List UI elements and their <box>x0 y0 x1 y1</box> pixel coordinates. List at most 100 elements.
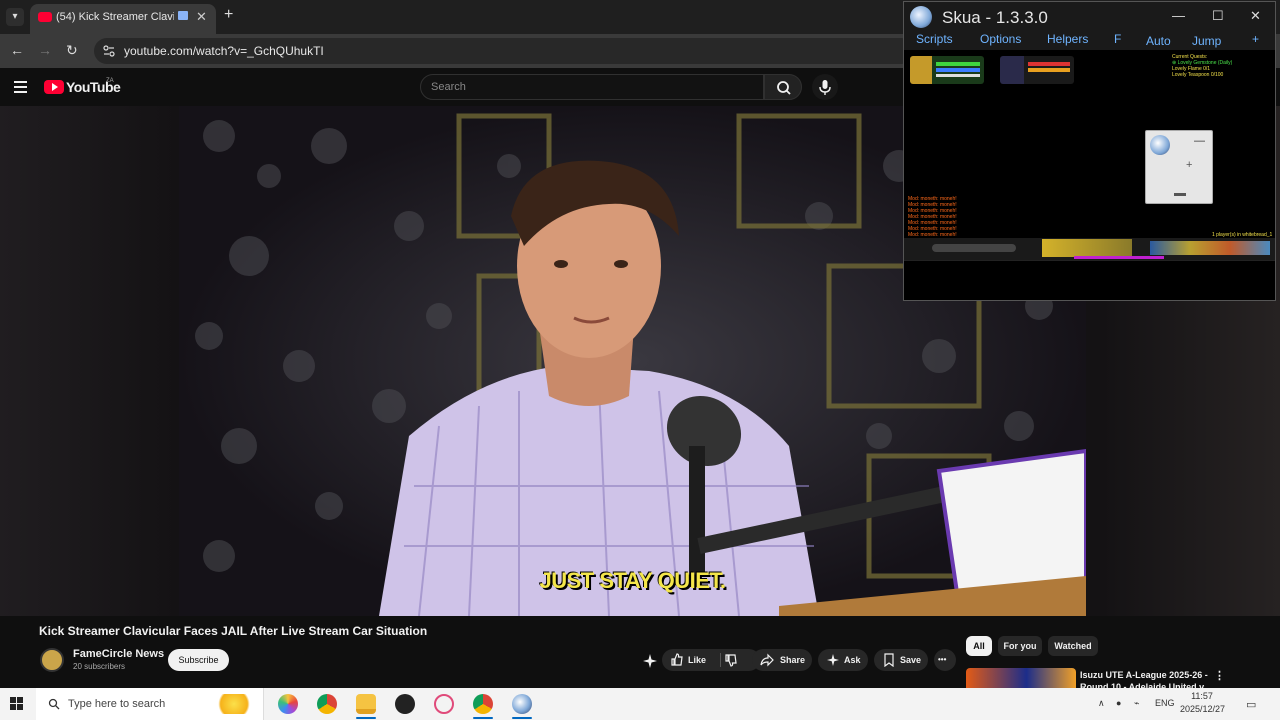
skua-menu-options[interactable]: Options <box>980 32 1021 46</box>
tab-search-chevron-icon[interactable]: ▾ <box>6 8 24 26</box>
skua-menu-jump[interactable]: Jump <box>1192 34 1221 48</box>
photos-app-icon[interactable] <box>278 694 298 714</box>
taskbar-search-icon <box>48 698 60 710</box>
skua-titlebar[interactable]: Skua - 1.3.3.0 — ☐ ✕ <box>904 2 1275 32</box>
network-tray-icon[interactable]: ⌁ <box>1134 698 1139 709</box>
back-arrow-icon[interactable]: ← <box>10 42 24 58</box>
search-highlight-icon[interactable] <box>214 694 254 714</box>
region-code: ZA <box>106 78 114 84</box>
voice-search-button[interactable] <box>812 74 838 100</box>
close-icon[interactable]: ✕ <box>1250 8 1261 24</box>
mini-minimize-icon[interactable]: — <box>1194 135 1205 147</box>
video-info-panel: Kick Streamer Clavicular Faces JAIL Afte… <box>0 616 960 686</box>
like-label[interactable]: Like <box>688 655 706 665</box>
chip-for-you[interactable]: For you <box>998 636 1042 656</box>
notifications-icon[interactable]: ▭ <box>1246 698 1256 711</box>
player-hud <box>910 56 984 84</box>
reload-icon[interactable]: ↻ <box>66 42 78 59</box>
player-sp-bar <box>936 74 980 77</box>
video-title: Kick Streamer Clavicular Faces JAIL Afte… <box>39 624 428 638</box>
clock-time: 11:57 <box>1191 691 1213 701</box>
chip-watched[interactable]: Watched <box>1048 636 1098 656</box>
share-button[interactable]: Share <box>752 649 812 671</box>
new-tab-button[interactable]: + <box>224 6 233 24</box>
player-hp-bar <box>936 62 980 66</box>
skua-menu-f[interactable]: F <box>1114 32 1121 46</box>
chrome-app-icon[interactable] <box>317 694 337 714</box>
skua-menu-auto[interactable]: Auto <box>1146 34 1171 48</box>
skua-menu-scripts[interactable]: Scripts <box>916 32 953 46</box>
game-action-bar <box>904 238 1275 260</box>
chat-input[interactable] <box>932 244 1016 252</box>
microphone-tray-icon[interactable]: ● <box>1116 698 1121 708</box>
skua-menubar: Scripts Options Helpers F Auto Jump + <box>904 32 1275 50</box>
skua-active-indicator <box>512 717 532 719</box>
skua-mini-logo-icon <box>1150 135 1170 155</box>
mini-plus-icon[interactable]: + <box>1186 159 1192 171</box>
mini-bar <box>1174 193 1186 196</box>
skill-bar[interactable] <box>1042 239 1132 257</box>
skua-bottom-panel <box>904 260 1275 300</box>
like-icon[interactable] <box>670 653 684 667</box>
game-chat: Mod: moneth: moneh! Mod: moneth: moneh! … <box>908 196 957 238</box>
search-placeholder: Search <box>431 81 466 93</box>
taskbar-search-box[interactable]: Type here to search <box>36 688 264 720</box>
taskbar-search-placeholder: Type here to search <box>68 698 166 710</box>
browser-tab-active[interactable]: (54) Kick Streamer Clavicular ✕ <box>30 4 216 34</box>
ask-label: Ask <box>844 655 861 665</box>
channel-name[interactable]: FameCircle News <box>73 648 164 660</box>
ask-button[interactable]: Ask <box>818 649 868 671</box>
video-caption: JUST STAY QUIET. <box>539 568 726 593</box>
skua-menu-helpers[interactable]: Helpers <box>1047 32 1088 46</box>
skua-mini-panel[interactable]: — + <box>1145 130 1213 204</box>
maximize-icon[interactable]: ☐ <box>1212 8 1224 24</box>
recommended-title[interactable]: Isuzu UTE A-League 2025-26 - Round 10 - … <box>1080 669 1210 688</box>
skua-menu-plus[interactable]: + <box>1252 32 1259 46</box>
taskbar-clock[interactable]: 11:57 2025/12/27 <box>1180 690 1225 716</box>
menu-icon-bar[interactable] <box>1150 241 1270 255</box>
like-dislike-group: Like <box>662 649 760 671</box>
more-actions-button[interactable]: ••• <box>934 649 956 671</box>
search-button[interactable] <box>764 74 802 100</box>
tab-close-icon[interactable]: ✕ <box>196 9 207 25</box>
recommended-more-icon[interactable]: ⋮ <box>1214 669 1225 682</box>
language-indicator[interactable]: ENG <box>1155 698 1175 708</box>
dislike-icon[interactable] <box>724 653 738 667</box>
chip-all[interactable]: All <box>966 636 992 656</box>
tab-media-icon[interactable] <box>178 11 188 20</box>
chrome-profile-app-icon[interactable] <box>473 694 493 714</box>
menu-icon[interactable] <box>14 81 27 93</box>
like-divider <box>720 653 721 667</box>
bookmark-icon <box>884 653 894 667</box>
more-dots-icon: ••• <box>938 655 947 664</box>
recommended-thumbnail[interactable] <box>966 668 1076 688</box>
tray-chevron-icon[interactable]: ∧ <box>1098 698 1105 709</box>
snipping-tool-icon[interactable] <box>434 694 454 714</box>
youtube-favicon-icon <box>38 12 52 22</box>
windows-taskbar: Type here to search ∧ ● ⌁ ENG 11:57 2025… <box>0 688 1280 720</box>
save-label: Save <box>900 655 922 665</box>
save-button[interactable]: Save <box>874 649 928 671</box>
url-text[interactable]: youtube.com/watch?v=_GchQUhukTI <box>124 44 324 58</box>
ask-sparkle-icon <box>827 654 839 666</box>
skua-app-icon[interactable] <box>512 694 532 714</box>
file-explorer-active-indicator <box>356 717 376 719</box>
skua-window: Skua - 1.3.3.0 — ☐ ✕ Scripts Options Hel… <box>903 1 1276 301</box>
windows-start-icon[interactable] <box>10 697 24 711</box>
skua-title: Skua - 1.3.3.0 <box>942 8 1048 27</box>
ai-sparkle-icon <box>643 654 657 668</box>
target-mp-bar <box>1028 68 1070 72</box>
forward-arrow-icon[interactable]: → <box>38 42 52 58</box>
address-bar[interactable]: youtube.com/watch?v=_GchQUhukTI <box>94 38 914 64</box>
skua-game-view[interactable]: Current Quests: ⊕ Lovely Gemstone (Daily… <box>904 50 1275 270</box>
sparkle-icon[interactable] <box>642 653 658 669</box>
steam-app-icon[interactable] <box>395 694 415 714</box>
youtube-play-glyph <box>52 83 58 91</box>
channel-avatar[interactable] <box>40 648 64 672</box>
file-explorer-icon[interactable] <box>356 694 376 714</box>
site-info-icon[interactable] <box>102 44 116 58</box>
subscribe-button[interactable]: Subscribe <box>168 649 229 671</box>
search-input[interactable]: Search <box>420 74 764 100</box>
minimize-icon[interactable]: — <box>1172 8 1185 23</box>
player-mp-bar <box>936 68 980 72</box>
